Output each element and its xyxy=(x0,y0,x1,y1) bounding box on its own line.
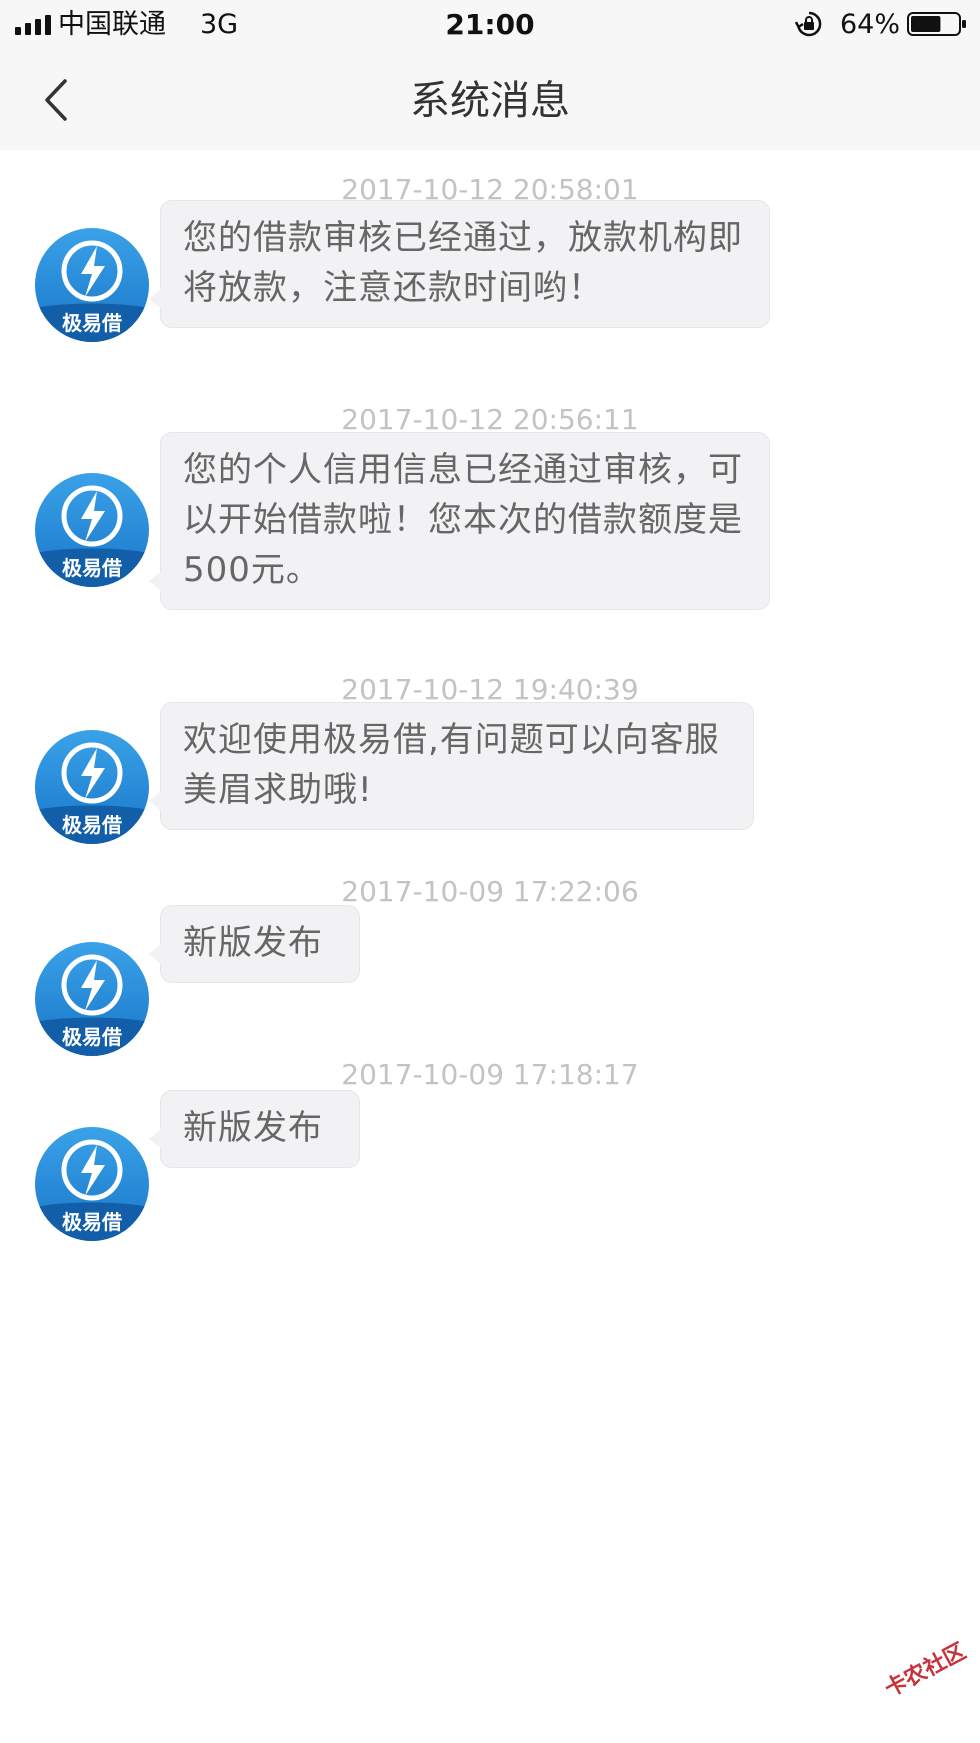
watermark: 卡农社区 xyxy=(880,1638,971,1703)
avatar: 极易借 xyxy=(35,942,149,1056)
avatar-label: 极易借 xyxy=(62,813,122,837)
avatar-label: 极易借 xyxy=(62,1025,122,1049)
lightning-logo-icon: 极易借 xyxy=(35,1139,149,1241)
page-title: 系统消息 xyxy=(410,78,570,124)
navigation-bar: 系统消息 xyxy=(0,50,980,150)
status-time: 21:00 xyxy=(445,8,535,41)
message-timestamp: 2017-10-09 17:18:17 xyxy=(341,1058,639,1091)
message-bubble: 新版发布 xyxy=(149,905,360,983)
battery-icon xyxy=(907,12,966,36)
message-bubble: 您的个人信用信息已经通过审核，可以开始借款啦！您本次的借款额度是500元。 xyxy=(149,432,770,610)
avatar-label: 极易借 xyxy=(62,1210,122,1234)
status-bar: 中国联通 3G 21:00 64% xyxy=(0,0,980,50)
lightning-logo-icon: 极易借 xyxy=(35,485,149,587)
lightning-logo-icon: 极易借 xyxy=(35,742,149,844)
avatar: 极易借 xyxy=(35,473,149,587)
message-bubble: 您的借款审核已经通过，放款机构即将放款，注意还款时间哟！ xyxy=(149,200,770,328)
avatar-label: 极易借 xyxy=(62,311,122,335)
avatar: 极易借 xyxy=(35,1127,149,1241)
battery-percentage: 64% xyxy=(840,9,901,40)
avatar-label: 极易借 xyxy=(62,556,122,580)
avatar: 极易借 xyxy=(35,730,149,844)
message-bubble: 欢迎使用极易借,有问题可以向客服美眉求助哦! xyxy=(149,702,754,830)
lightning-logo-icon: 极易借 xyxy=(35,954,149,1056)
message-bubble: 新版发布 xyxy=(149,1090,360,1168)
avatar: 极易借 xyxy=(35,228,149,342)
orientation-lock-icon xyxy=(795,11,822,37)
message-timestamp: 2017-10-09 17:22:06 xyxy=(341,875,639,908)
lightning-logo-icon: 极易借 xyxy=(35,240,149,342)
